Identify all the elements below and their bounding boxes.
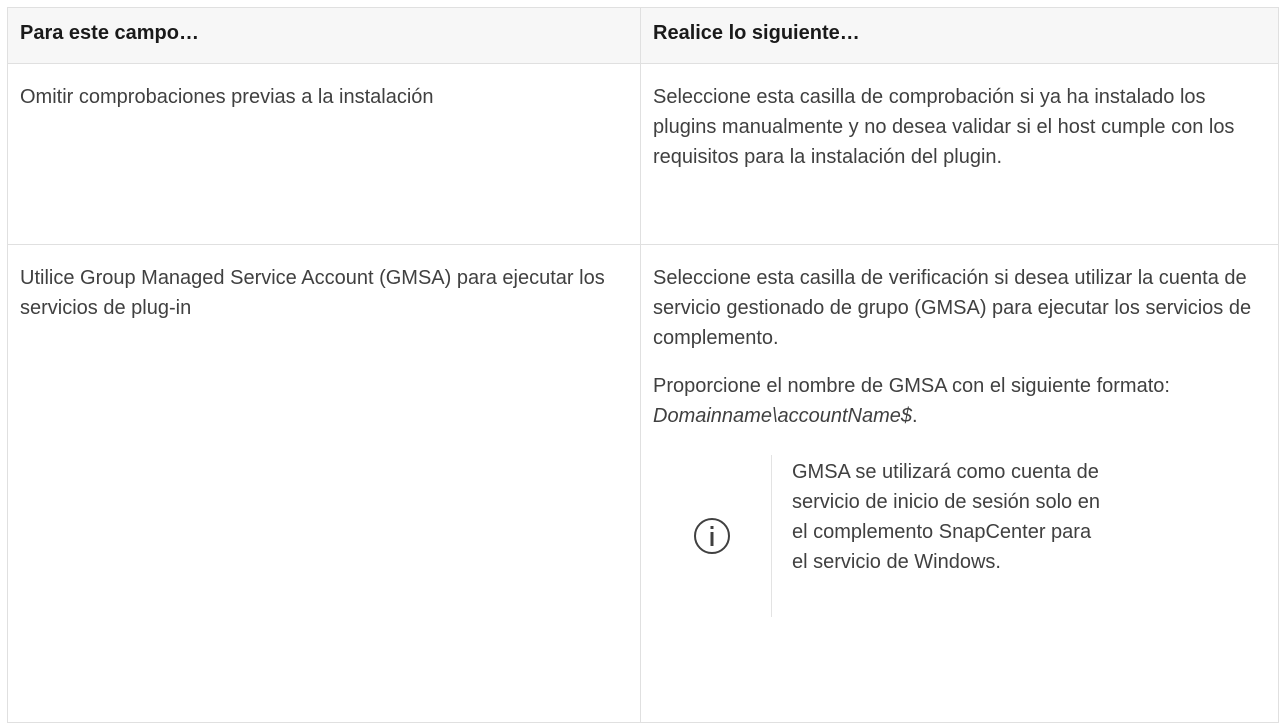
format-prefix: Proporcione el nombre de GMSA con el sig… [653,375,1170,397]
format-example: Domainname\accountName$ [653,405,913,427]
table-row: Utilice Group Managed Service Account (G… [7,244,1279,723]
action-description: Seleccione esta casilla de comprobación … [653,86,1235,168]
note-icon-container [653,455,772,617]
format-suffix: . [912,405,918,427]
field-name: Utilice Group Managed Service Account (G… [20,267,605,319]
info-circle-icon [694,518,730,554]
action-cell: Seleccione esta casilla de verificación … [640,244,1279,723]
table-header-action: Realice lo siguiente… [640,7,1279,64]
field-cell: Utilice Group Managed Service Account (G… [7,244,641,723]
note-callout: GMSA se utilizará como cuenta de servici… [653,455,1268,617]
table-header-field: Para este campo… [7,7,641,64]
table-header-row: Para este campo… Realice lo siguiente… [7,7,1279,64]
format-instruction: Proporcione el nombre de GMSA con el sig… [653,371,1268,431]
table-row: Omitir comprobaciones previas a la insta… [7,63,1279,245]
field-action-table: Para este campo… Realice lo siguiente… O… [7,7,1279,723]
action-cell: Seleccione esta casilla de comprobación … [640,63,1279,245]
field-name: Omitir comprobaciones previas a la insta… [20,86,434,108]
field-cell: Omitir comprobaciones previas a la insta… [7,63,641,245]
note-text: GMSA se utilizará como cuenta de servici… [792,461,1100,573]
action-description: Seleccione esta casilla de verificación … [653,267,1252,349]
